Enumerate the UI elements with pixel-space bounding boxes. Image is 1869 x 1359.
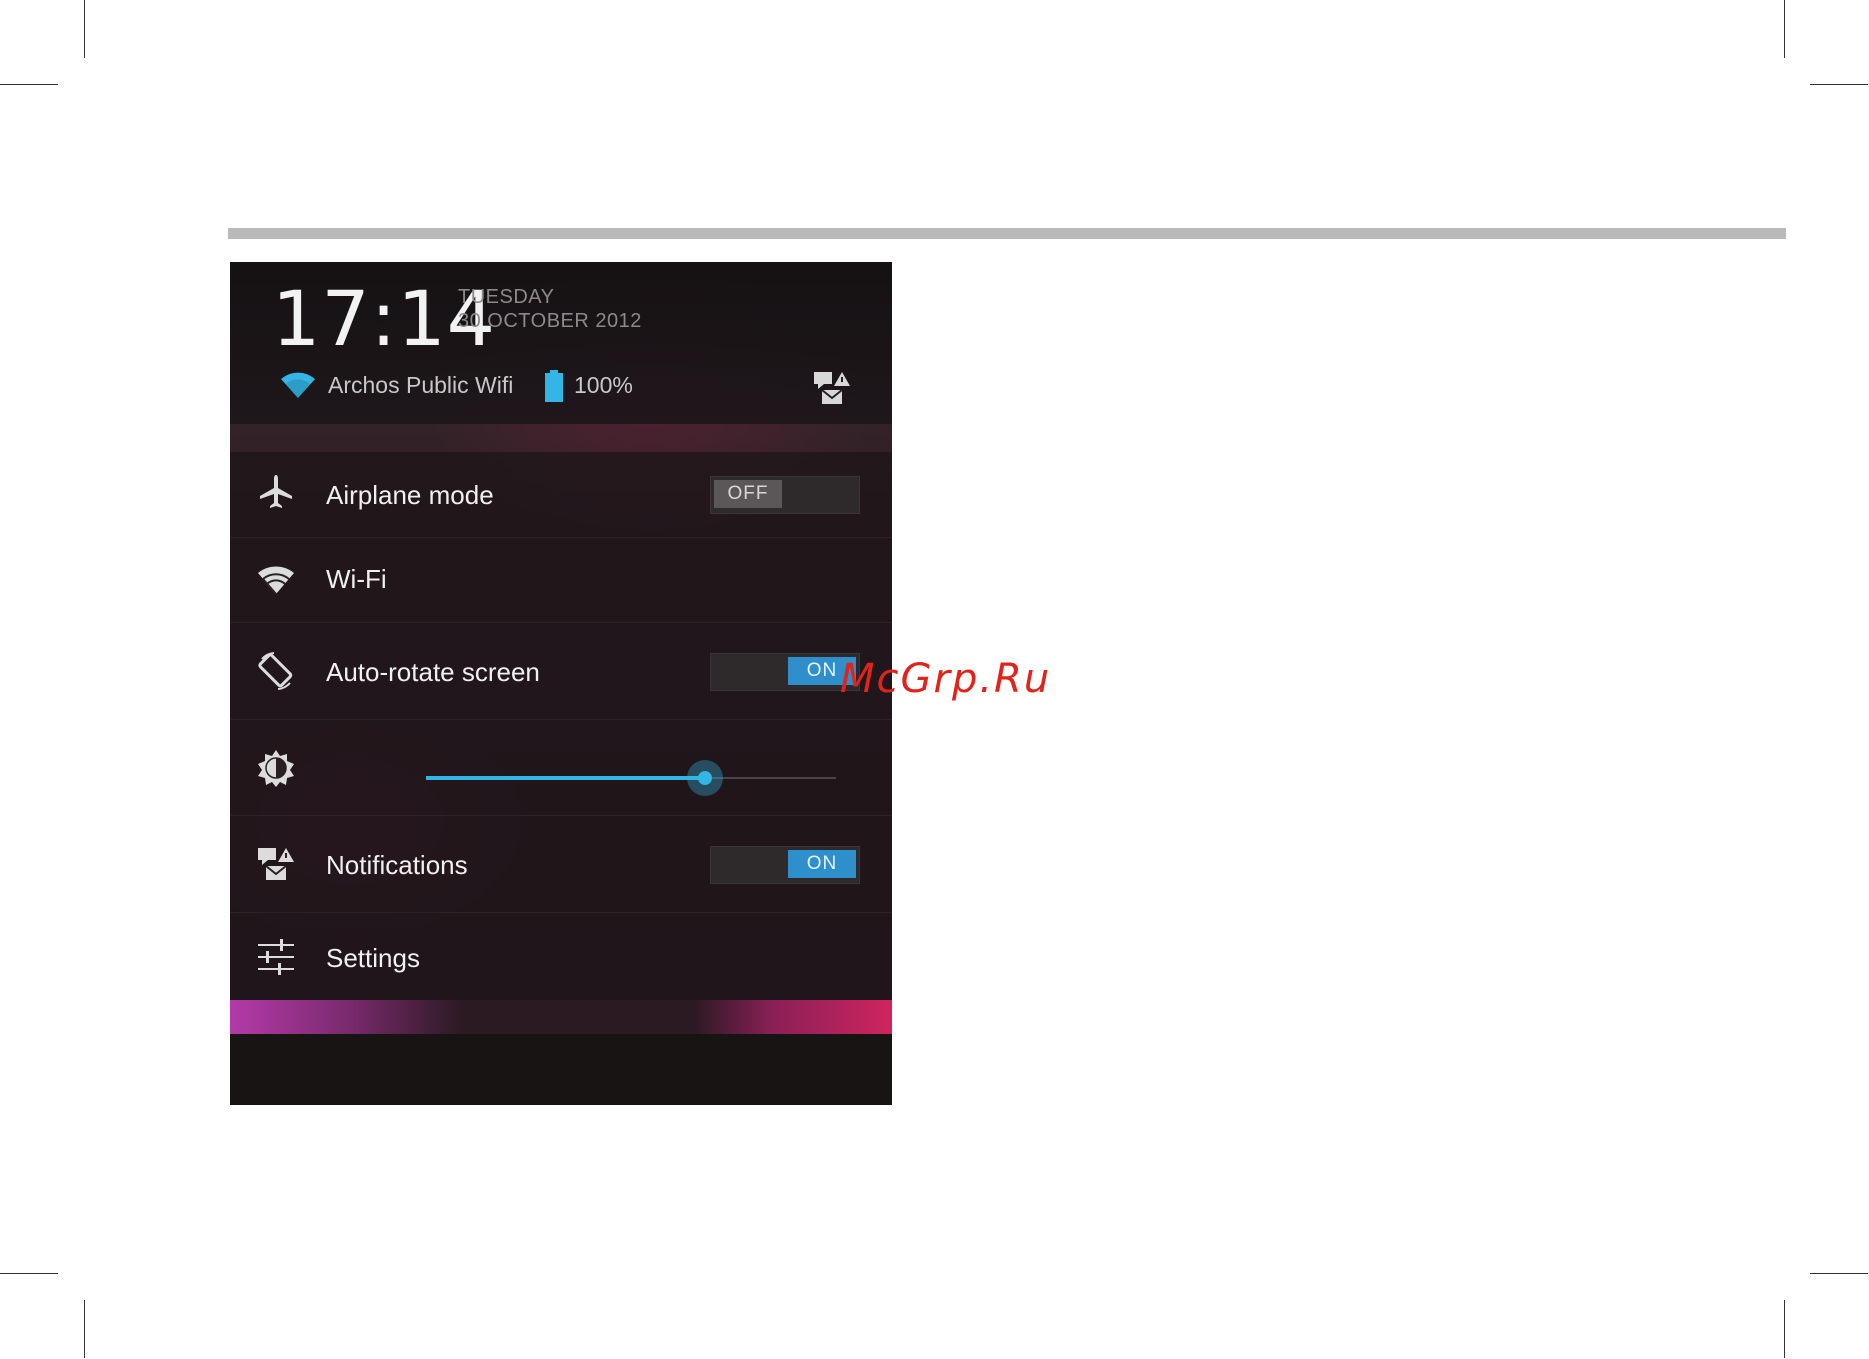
auto-rotate-label: Auto-rotate screen <box>326 657 540 687</box>
crop-mark <box>0 84 58 85</box>
wifi-icon <box>258 566 294 595</box>
settings-sliders-icon <box>258 939 294 975</box>
airplane-mode-row[interactable]: Airplane mode OFF <box>230 452 892 538</box>
navigation-bar <box>230 1034 892 1105</box>
brightness-slider[interactable] <box>426 760 836 796</box>
settings-row[interactable]: Settings <box>230 913 892 1000</box>
brightness-row <box>230 720 892 816</box>
notifications-icon <box>258 848 294 880</box>
crop-mark <box>1784 1300 1785 1358</box>
date: 30 OCTOBER 2012 <box>458 310 642 332</box>
wifi-icon <box>281 372 315 398</box>
airplane-mode-toggle[interactable]: OFF <box>710 476 860 514</box>
section-divider-bar <box>228 228 1786 239</box>
notifications-label: Notifications <box>326 850 468 880</box>
crop-mark <box>0 1273 58 1274</box>
brightness-icon <box>258 750 294 787</box>
airplane-icon <box>260 475 292 508</box>
crop-mark <box>84 1300 85 1358</box>
battery-percentage: 100% <box>574 372 633 398</box>
network-name: Archos Public Wifi <box>328 372 514 398</box>
tablet-screenshot: 17:14 TUESDAY 30 OCTOBER 2012 Archos Pub… <box>230 262 892 1105</box>
auto-rotate-toggle[interactable]: ON <box>710 653 860 691</box>
toggle-state: OFF <box>714 480 782 508</box>
slider-thumb[interactable] <box>687 760 723 796</box>
auto-rotate-icon <box>258 652 293 690</box>
crop-mark <box>1810 84 1868 85</box>
crop-mark <box>1810 1273 1868 1274</box>
status-row: Archos Public Wifi 100% <box>278 368 878 404</box>
wallpaper-strip <box>230 1000 892 1034</box>
notifications-toggle[interactable]: ON <box>710 846 860 884</box>
battery-icon <box>545 370 563 402</box>
settings-label: Settings <box>326 943 420 973</box>
slider-fill <box>426 776 705 780</box>
wifi-label: Wi-Fi <box>326 564 387 594</box>
crop-mark <box>1784 0 1785 58</box>
crop-mark <box>84 0 85 58</box>
quick-settings-panel: Airplane mode OFF Wi-Fi Auto-rotate scre… <box>230 452 892 1000</box>
status-header: 17:14 TUESDAY 30 OCTOBER 2012 Archos Pub… <box>230 262 892 424</box>
wifi-row[interactable]: Wi-Fi <box>230 538 892 623</box>
airplane-mode-label: Airplane mode <box>326 480 494 510</box>
watermark: McGrp.Ru <box>840 656 1052 702</box>
toggle-state: ON <box>788 850 856 878</box>
day-of-week: TUESDAY <box>458 286 555 308</box>
notifications-icon[interactable] <box>812 370 852 406</box>
auto-rotate-row[interactable]: Auto-rotate screen ON <box>230 623 892 720</box>
notifications-row[interactable]: Notifications ON <box>230 816 892 913</box>
